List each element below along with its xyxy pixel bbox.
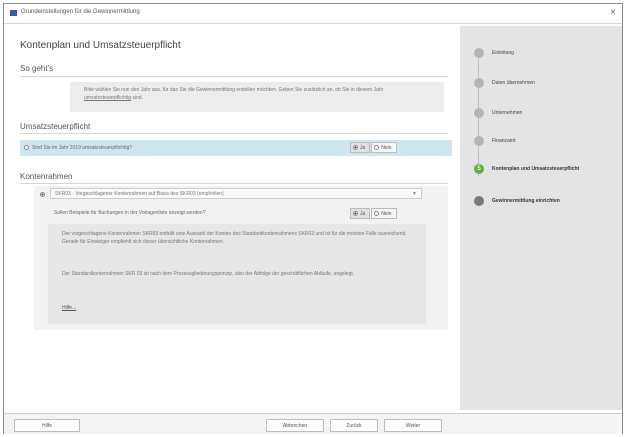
app-icon xyxy=(10,10,17,16)
step-done-icon xyxy=(474,48,484,58)
ust-question: Sind Sie im Jahr 2019 umsatzsteuerpflich… xyxy=(32,145,133,151)
divider xyxy=(20,76,448,77)
step-done-icon xyxy=(474,78,484,88)
examples-no-radio[interactable]: Nein xyxy=(371,208,397,219)
step-finanzamt[interactable]: Finanzamt xyxy=(474,136,602,146)
intro-section-title: So geht's xyxy=(20,64,54,73)
step-kontenplan[interactable]: 5 Kontenplan und Umsatzsteuerpflicht xyxy=(474,164,602,174)
radio-unchecked-icon xyxy=(374,145,380,150)
kontenrahmen-select[interactable]: SKR03 - Vorgeschlagener Kontenrahmen auf… xyxy=(50,188,422,199)
page-title: Kontenplan und Umsatzsteuerpflicht xyxy=(20,40,181,51)
help-button[interactable]: Hilfe xyxy=(14,419,80,432)
kontenrahmen-info-2: Der Standardkontenrahmen SKR 03 ist nach… xyxy=(62,271,355,277)
info-icon xyxy=(24,145,29,150)
examples-label: Sollen Beispiele für Buchungen in der Vo… xyxy=(54,210,206,216)
divider xyxy=(20,133,448,134)
step-unternehmen[interactable]: Unternehmen xyxy=(474,108,602,118)
radio-checked-icon xyxy=(353,145,358,150)
intro-text: Bitte wählen Sie nun den Jahr aus, für d… xyxy=(84,87,384,101)
dialog-window: Grundeinstellungen für die Gewinnermittl… xyxy=(3,3,623,434)
step-done-icon xyxy=(474,136,484,146)
step-pending-icon xyxy=(474,196,484,206)
back-button[interactable]: Zurück xyxy=(330,419,378,432)
kontenrahmen-more-link[interactable]: Hilfe... xyxy=(62,305,76,311)
step-daten-uebernehmen[interactable]: Daten übernehmen xyxy=(474,78,602,88)
kontenrahmen-info-1: Der vorgeschlagene Kontenrahmen SKR03 en… xyxy=(62,231,407,245)
next-button[interactable]: Weiter xyxy=(384,419,442,432)
close-icon[interactable]: × xyxy=(610,7,616,19)
window-title: Grundeinstellungen für die Gewinnermittl… xyxy=(21,9,140,15)
chevron-down-icon: ▼ xyxy=(412,191,417,197)
ust-question-row: Sind Sie im Jahr 2019 umsatzsteuerpflich… xyxy=(20,140,452,156)
title-bar: Grundeinstellungen für die Gewinnermittl… xyxy=(4,4,622,24)
ust-radio-group: Ja Nein xyxy=(350,142,397,153)
ust-yes-radio[interactable]: Ja xyxy=(350,142,371,153)
step-einleitung[interactable]: Einleitung xyxy=(474,48,602,58)
radio-unchecked-icon xyxy=(374,211,380,216)
ust-no-radio[interactable]: Nein xyxy=(371,142,397,153)
cancel-button[interactable]: Abbrechen xyxy=(266,419,324,432)
ust-help-link[interactable]: umsatzsteuerpflichtig xyxy=(84,95,131,101)
kontenrahmen-section-title: Kontenrahmen xyxy=(20,172,73,181)
step-done-icon xyxy=(474,108,484,118)
radio-checked-icon[interactable] xyxy=(40,192,45,197)
wizard-steps-sidebar: Einleitung Daten übernehmen Unternehmen … xyxy=(460,26,622,410)
examples-yes-radio[interactable]: Ja xyxy=(350,208,371,219)
footer-bar: Hilfe Abbrechen Zurück Weiter xyxy=(4,413,622,434)
examples-radio-group: Ja Nein xyxy=(350,208,397,219)
radio-checked-icon xyxy=(353,211,358,216)
divider xyxy=(20,183,448,184)
step-gewinnermittlung[interactable]: Gewinnermittlung einrichten xyxy=(474,196,602,206)
main-content: Kontenplan und Umsatzsteuerpflicht So ge… xyxy=(14,26,454,410)
ust-section-title: Umsatzsteuerpflicht xyxy=(20,122,91,131)
step-active-icon: 5 xyxy=(474,164,484,174)
